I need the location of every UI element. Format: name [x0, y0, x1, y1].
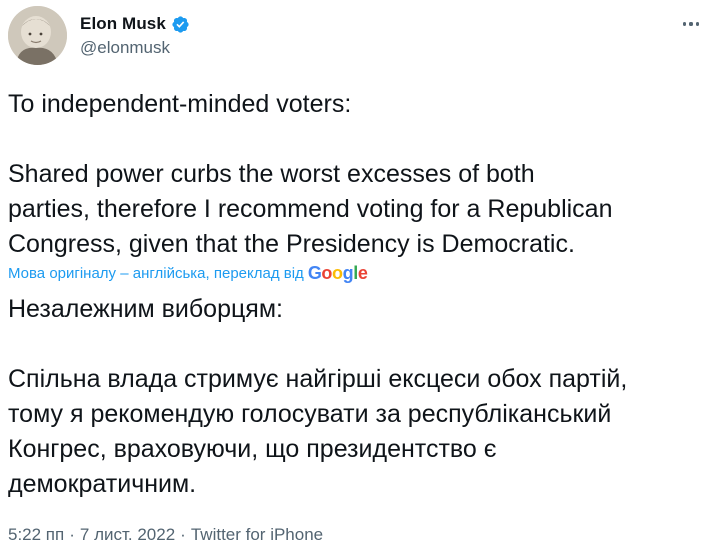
- tweet-header: Elon Musk @elonmusk: [8, 6, 708, 66]
- tweet-time[interactable]: 5:22 пп: [8, 525, 64, 545]
- more-dot: [689, 22, 693, 26]
- meta-separator: ·: [180, 525, 186, 544]
- translated-text: Незалежним виборцям: Спільна влада стрим…: [8, 295, 628, 498]
- google-logo[interactable]: Google: [308, 264, 368, 282]
- display-name[interactable]: Elon Musk: [80, 14, 166, 34]
- author-name-row: Elon Musk: [80, 14, 190, 34]
- tweet-meta: 5:22 пп · 7 лист. 2022 · Twitter for iPh…: [8, 525, 323, 545]
- more-options-icon[interactable]: [678, 14, 704, 34]
- avatar-photo: [8, 6, 67, 65]
- tweet-source[interactable]: Twitter for iPhone: [191, 525, 323, 545]
- tweet-date[interactable]: 7 лист. 2022: [80, 525, 175, 545]
- more-dot: [683, 22, 687, 26]
- translation-note-text: Мова оригіналу – англійська, переклад ві…: [8, 264, 304, 282]
- handle[interactable]: @elonmusk: [80, 38, 170, 58]
- translation-note: Мова оригіналу – англійська, переклад ві…: [8, 264, 368, 282]
- more-dot: [695, 22, 699, 26]
- meta-separator: ·: [69, 525, 75, 544]
- avatar[interactable]: [8, 6, 67, 65]
- tweet-text: To independent-minded voters: Shared pow…: [8, 90, 613, 258]
- verified-badge-icon: [171, 15, 190, 34]
